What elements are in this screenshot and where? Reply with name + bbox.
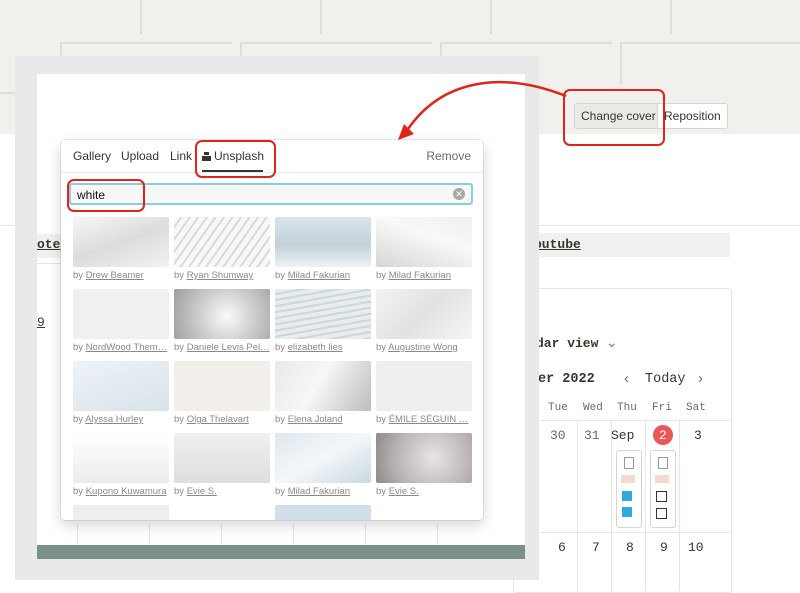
annotation-arrow	[398, 80, 567, 140]
